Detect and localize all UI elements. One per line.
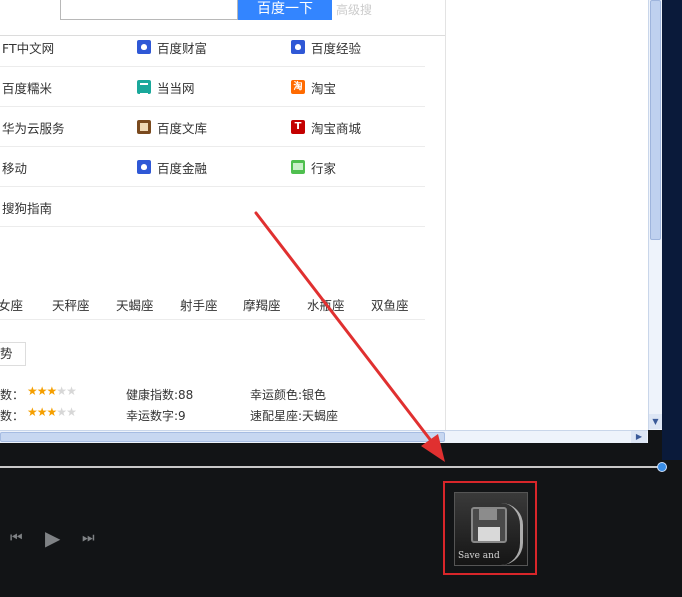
baidu-paw-icon [137, 160, 151, 174]
link-mobile[interactable]: 移动 [2, 147, 27, 187]
swirl-decoration [501, 503, 523, 565]
horizontal-scrollbar[interactable]: ▶ [0, 430, 648, 443]
zodiac-tab[interactable]: 水瓶座 [307, 295, 345, 314]
star-icon: ★ [36, 405, 48, 419]
zodiac-tab[interactable]: 天蝎座 [116, 295, 154, 314]
link-row: 搜狗指南 [0, 187, 425, 227]
browser-viewport: 百度一下 高级搜 FT中文网 百度财富 百度经验 百度糯米 当当网 淘淘宝 华为… [0, 0, 648, 430]
link-baidu-jinrong[interactable]: 百度金融 [137, 147, 207, 187]
hangjia-icon [291, 160, 305, 174]
link-huawei-cloud[interactable]: 华为云服务 [2, 107, 65, 147]
link-label: 华为云服务 [2, 120, 65, 136]
link-label: 百度文库 [157, 120, 208, 136]
link-label: 淘宝 [311, 80, 337, 96]
save-button[interactable]: Save and [443, 481, 537, 575]
search-input[interactable] [60, 0, 238, 20]
link-ft-chinese[interactable]: FT中文网 [2, 27, 54, 67]
link-baidu-jingyan[interactable]: 百度经验 [291, 27, 361, 67]
zodiac-tab[interactable]: 摩羯座 [243, 295, 281, 314]
link-label: 移动 [2, 160, 28, 176]
play-icon[interactable]: ▶ [45, 526, 60, 550]
zodiac-tab[interactable]: 女座 [0, 295, 23, 314]
window-edge [662, 0, 682, 460]
baidu-paw-icon [137, 40, 151, 54]
tmall-icon: T [291, 120, 305, 134]
link-label: 百度经验 [311, 40, 362, 56]
wenku-icon [137, 120, 151, 134]
advanced-search-link[interactable]: 高级搜 [336, 1, 372, 18]
save-tile-face: Save and [454, 492, 528, 566]
fortune-label: 数： [0, 409, 25, 423]
link-dangdang[interactable]: 当当网 [137, 67, 195, 107]
rating-stars: ★★★★★ [27, 384, 77, 398]
link-row: 华为云服务 百度文库 T 淘宝商城 [0, 107, 425, 147]
link-baidu-wenku[interactable]: 百度文库 [137, 107, 207, 147]
lucky-color: 幸运颜色:银色 [250, 388, 327, 402]
link-label: 搜狗指南 [2, 200, 53, 216]
link-taobao-mall[interactable]: T 淘宝商城 [291, 107, 361, 147]
zodiac-tabs: 女座 天秤座 天蝎座 射手座 摩羯座 水瓶座 双鱼座 [0, 290, 425, 320]
link-label: 当当网 [157, 80, 195, 96]
save-label: Save and [458, 551, 500, 561]
link-row: 移动 百度金融 行家 [0, 147, 425, 187]
star-icon: ★ [46, 384, 58, 398]
seek-handle[interactable] [657, 462, 667, 472]
star-icon: ★ [36, 384, 48, 398]
seek-bar[interactable] [0, 466, 662, 468]
dangdang-icon [137, 80, 151, 95]
link-label: 百度金融 [157, 160, 208, 176]
star-icon: ★ [66, 384, 77, 398]
fortune-label: 数： [0, 388, 25, 402]
page-content: 百度一下 高级搜 FT中文网 百度财富 百度经验 百度糯米 当当网 淘淘宝 华为… [0, 0, 445, 430]
previous-icon[interactable]: ⏮ [10, 530, 23, 546]
vertical-scrollbar[interactable]: ▼ [648, 0, 662, 430]
lucky-number: 幸运数字:9 [126, 409, 186, 423]
taobao-icon: 淘 [291, 80, 305, 94]
baidu-paw-icon [291, 40, 305, 54]
link-label: 行家 [311, 160, 337, 176]
scroll-right-arrow-icon[interactable]: ▶ [631, 431, 647, 443]
star-icon: ★ [56, 384, 67, 398]
star-icon: ★ [56, 405, 67, 419]
link-row: FT中文网 百度财富 百度经验 [0, 27, 425, 67]
link-sogou-guide[interactable]: 搜狗指南 [2, 187, 52, 227]
fortune-tab[interactable]: 势 [0, 342, 26, 366]
star-icon: ★ [27, 384, 38, 398]
next-icon[interactable]: ⏭ [82, 530, 95, 546]
zodiac-tab[interactable]: 射手座 [180, 295, 218, 314]
zodiac-tab[interactable]: 双鱼座 [371, 295, 409, 314]
star-icon: ★ [46, 405, 58, 419]
link-label: 百度糯米 [2, 80, 53, 96]
link-label: 百度财富 [157, 40, 208, 56]
link-baidu-caifu[interactable]: 百度财富 [137, 27, 207, 67]
search-button[interactable]: 百度一下 [238, 0, 332, 20]
matching-sign: 速配星座:天蝎座 [250, 409, 339, 423]
link-label: 淘宝商城 [311, 120, 362, 136]
link-hangjia[interactable]: 行家 [291, 147, 336, 187]
zodiac-tab[interactable]: 天秤座 [52, 295, 90, 314]
health-index: 健康指数:88 [126, 388, 194, 402]
link-row: 百度糯米 当当网 淘淘宝 [0, 67, 425, 107]
scrollbar-thumb[interactable] [0, 432, 445, 442]
star-icon: ★ [66, 405, 77, 419]
link-label: FT中文网 [2, 40, 55, 56]
right-column [445, 0, 648, 430]
scroll-down-arrow-icon[interactable]: ▼ [649, 414, 662, 429]
scrollbar-thumb[interactable] [650, 0, 661, 240]
star-icon: ★ [27, 405, 38, 419]
link-baidu-nuomi[interactable]: 百度糯米 [2, 67, 52, 107]
link-taobao[interactable]: 淘淘宝 [291, 67, 336, 107]
rating-stars: ★★★★★ [27, 405, 77, 419]
